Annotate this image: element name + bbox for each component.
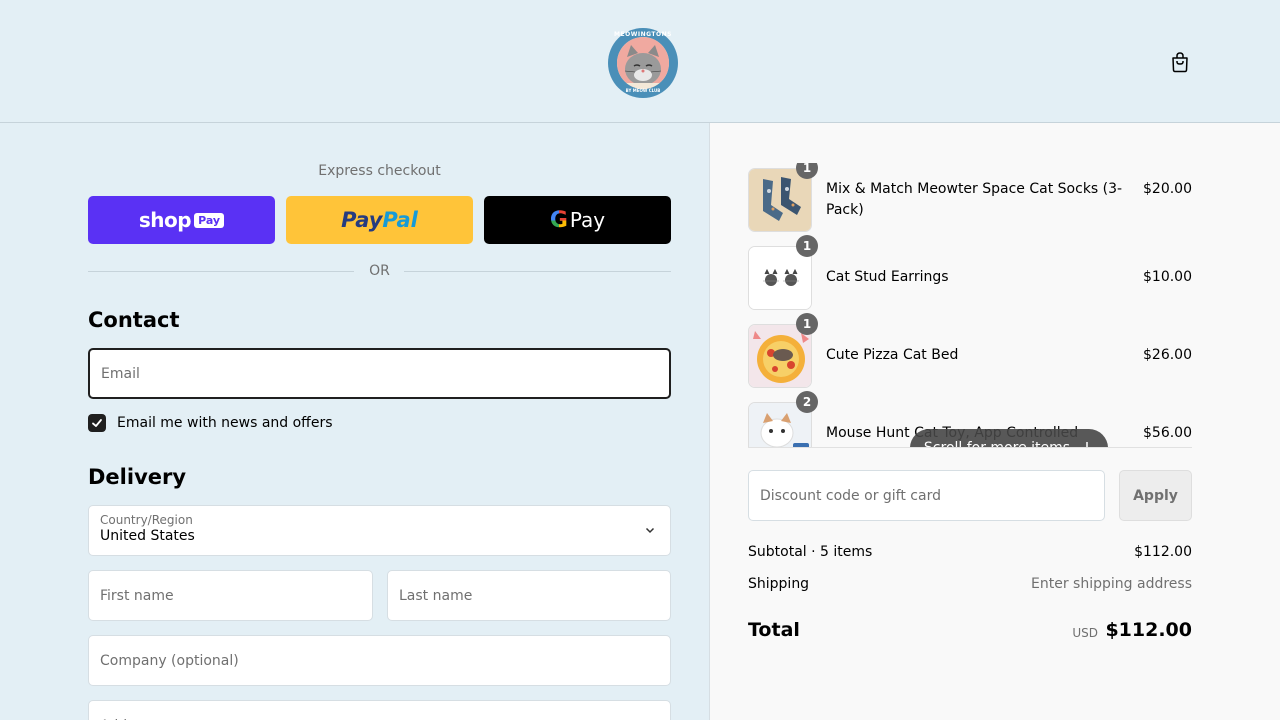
cat-face-icon (617, 37, 669, 89)
discount-field[interactable] (748, 470, 1105, 521)
country-select[interactable]: Country/Region United States (88, 505, 671, 556)
shipping-row: Shipping Enter shipping address (748, 576, 1192, 592)
discount-input[interactable] (760, 487, 1104, 504)
page-header: MEOWINGTONS BY MEOW CLUB (0, 0, 1280, 123)
paypal-label: PayPal (341, 208, 418, 232)
total-value: $112.00 (1105, 619, 1192, 641)
item-price: $20.00 (1143, 181, 1192, 197)
item-name: Cat Stud Earrings (826, 269, 949, 285)
quantity-badge: 1 (796, 235, 818, 257)
apply-button[interactable]: Apply (1119, 470, 1192, 521)
delivery-title: Delivery (88, 465, 187, 489)
newsletter-option[interactable]: Email me with news and offers (88, 414, 333, 432)
scroll-for-more-button[interactable]: Scroll for more items (910, 429, 1108, 448)
item-name: Cute Pizza Cat Bed (826, 347, 959, 363)
address-field[interactable] (88, 700, 671, 720)
company-input[interactable] (100, 652, 670, 669)
total-label: Total (748, 619, 800, 641)
email-field[interactable] (88, 348, 671, 399)
newsletter-label: Email me with news and offers (117, 415, 333, 431)
order-item: 1 Cute Pizza Cat Bed $26.00 (748, 313, 1192, 388)
paypal-button[interactable]: PayPal (286, 196, 473, 244)
scroll-hint-label: Scroll for more items (923, 440, 1071, 448)
arrow-down-icon (1086, 442, 1088, 447)
quantity-badge: 1 (796, 313, 818, 335)
or-text: OR (369, 263, 390, 279)
contact-title: Contact (88, 308, 180, 332)
meowingtons-logo[interactable]: MEOWINGTONS BY MEOW CLUB (608, 28, 678, 98)
total-row: Total USD $112.00 (748, 619, 1192, 647)
shipping-value: Enter shipping address (1031, 576, 1192, 592)
or-divider: OR (88, 263, 671, 279)
quantity-badge: 2 (796, 391, 818, 413)
express-checkout-title: Express checkout (318, 163, 441, 179)
subtotal-value: $112.00 (1134, 544, 1192, 560)
company-field[interactable] (88, 635, 671, 686)
order-item: 1 Cat Stud Earrings $10.00 (748, 235, 1192, 310)
item-name: Mix & Match Meowter Space Cat Socks (3-P… (826, 181, 1123, 218)
last-name-field[interactable] (387, 570, 671, 621)
newsletter-checkbox[interactable] (88, 414, 106, 432)
subtotal-label: Subtotal · 5 items (748, 544, 873, 560)
country-value: United States (100, 528, 195, 544)
order-items-list[interactable]: 1 Mix & Match Meowter Space Cat Socks (3… (748, 163, 1192, 448)
total-currency: USD (1072, 626, 1098, 640)
last-name-input[interactable] (399, 587, 670, 604)
logo-text-bottom: BY MEOW CLUB (625, 88, 661, 93)
order-summary: 1 Mix & Match Meowter Space Cat Socks (3… (709, 123, 1280, 720)
shop-pay-label: shop (138, 208, 192, 232)
shop-pay-tag: Pay (194, 212, 225, 228)
chevron-down-icon (645, 527, 655, 534)
google-pay-button[interactable]: G Pay (484, 196, 671, 244)
google-g-icon: G (549, 207, 568, 233)
checkout-form: Express checkout shop Pay PayPal G Pay O… (0, 123, 709, 720)
quantity-badge: 1 (796, 163, 818, 179)
item-price: $26.00 (1143, 347, 1192, 363)
first-name-field[interactable] (88, 570, 373, 621)
item-price: $10.00 (1143, 269, 1192, 285)
checkmark-icon (92, 419, 102, 427)
email-input[interactable] (101, 365, 669, 382)
first-name-input[interactable] (100, 587, 372, 604)
subtotal-row: Subtotal · 5 items $112.00 (748, 544, 1192, 560)
item-price: $56.00 (1143, 425, 1192, 441)
order-item: 1 Mix & Match Meowter Space Cat Socks (3… (748, 163, 1192, 232)
country-label: Country/Region (100, 513, 193, 527)
shipping-label: Shipping (748, 576, 810, 592)
shop-pay-button[interactable]: shop Pay (88, 196, 275, 244)
google-pay-label: G Pay (549, 207, 606, 233)
shopping-bag-icon[interactable] (1168, 50, 1192, 74)
